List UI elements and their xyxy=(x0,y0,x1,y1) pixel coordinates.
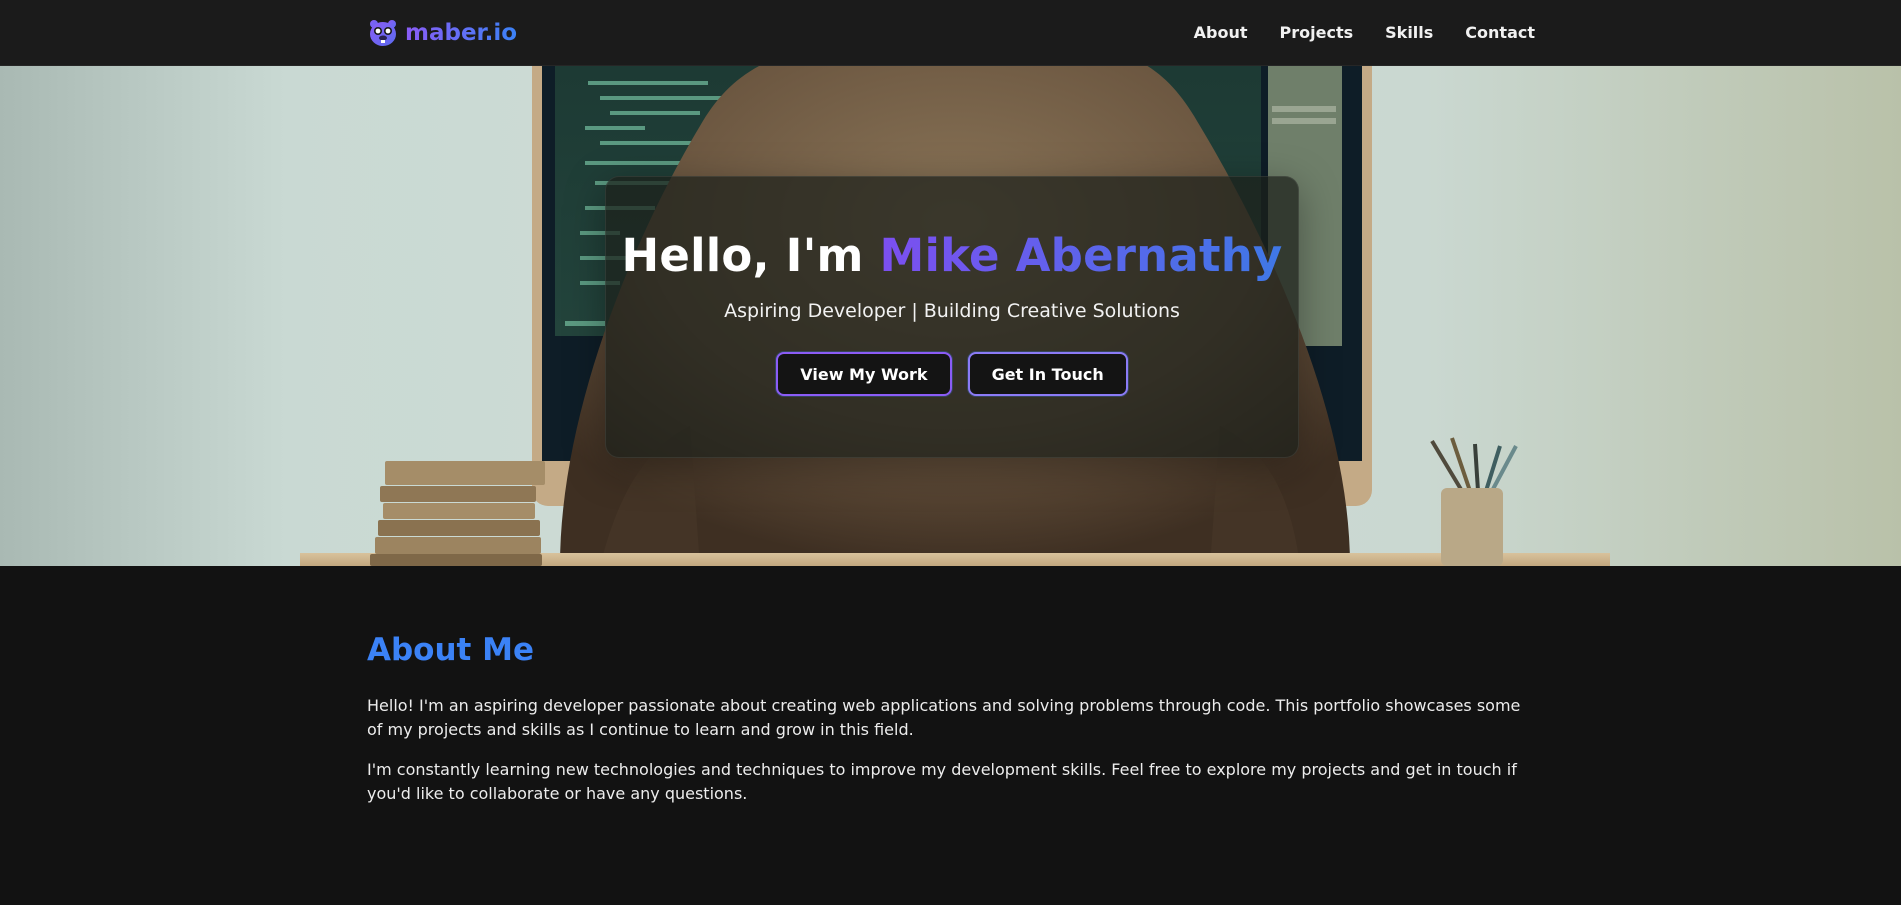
about-title: About Me xyxy=(367,632,535,668)
view-my-work-button[interactable]: View My Work xyxy=(776,352,952,396)
navbar: maber.io About Projects Skills Contact xyxy=(0,0,1901,66)
about-paragraph-2: I'm constantly learning new technologies… xyxy=(367,760,1517,803)
hero-greeting: Hello, I'm xyxy=(621,229,864,282)
get-in-touch-button[interactable]: Get In Touch xyxy=(967,352,1128,396)
hero-card: Hello, I'm Mike Abernathy Aspiring Devel… xyxy=(605,176,1299,458)
hero-name: Mike Abernathy xyxy=(879,229,1283,282)
nav-link-skills[interactable]: Skills xyxy=(1385,23,1433,42)
nav-link-about[interactable]: About xyxy=(1194,23,1248,42)
nav-link-projects[interactable]: Projects xyxy=(1280,23,1354,42)
navbar-inner: maber.io About Projects Skills Contact xyxy=(367,0,1535,65)
beaver-logo-icon xyxy=(370,19,396,46)
brand-name: maber.io xyxy=(405,19,518,46)
hero-buttons: View My Work Get In Touch xyxy=(606,352,1298,396)
hero-title: Hello, I'm Mike Abernathy xyxy=(606,229,1298,282)
hero-section: Hello, I'm Mike Abernathy Aspiring Devel… xyxy=(0,66,1901,566)
about-paragraph-1: Hello! I'm an aspiring developer passion… xyxy=(367,696,1521,739)
nav-links: About Projects Skills Contact xyxy=(1194,23,1535,42)
hero-subtitle: Aspiring Developer | Building Creative S… xyxy=(724,300,1180,322)
about-section: About Me Hello! I'm an aspiring develope… xyxy=(367,632,1535,806)
nav-link-contact[interactable]: Contact xyxy=(1465,23,1535,42)
brand[interactable]: maber.io xyxy=(367,17,517,49)
